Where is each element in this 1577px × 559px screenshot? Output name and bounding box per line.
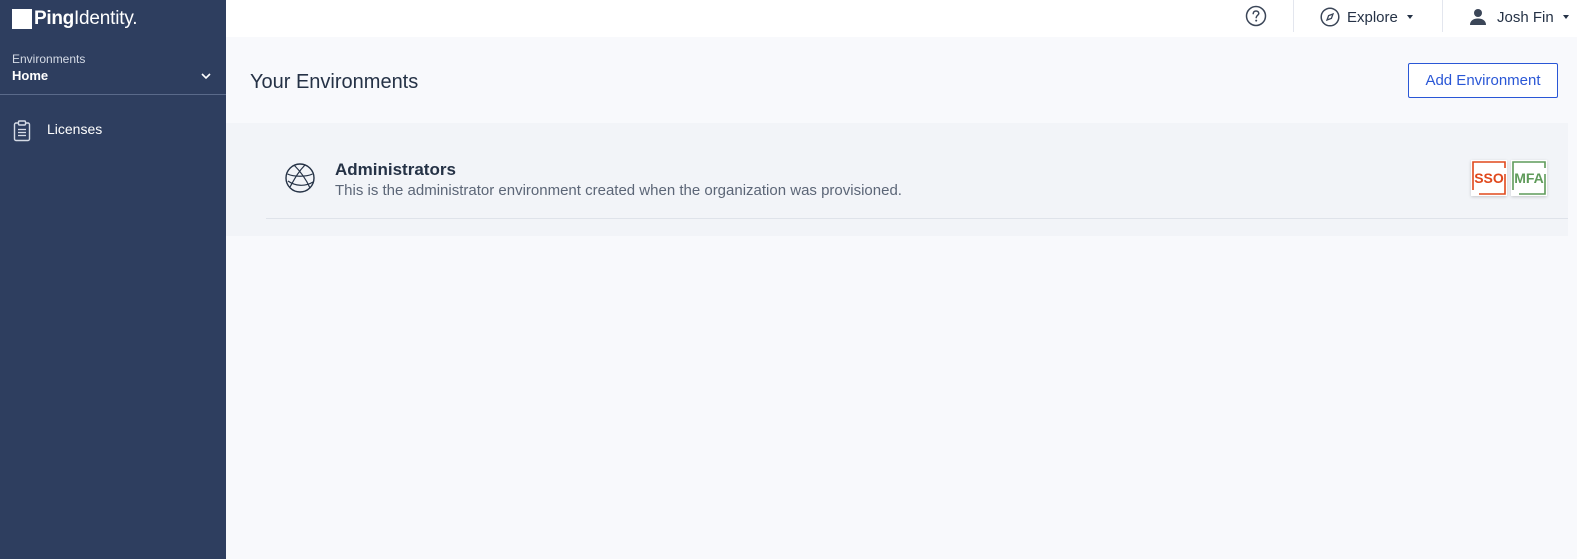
explore-label: Explore — [1347, 8, 1398, 26]
mfa-badge-label: MFA — [1514, 170, 1544, 186]
main-header: Your Environments Add Environment — [226, 37, 1577, 123]
chevron-down-icon[interactable] — [200, 70, 212, 82]
caret-down-icon — [1562, 15, 1569, 19]
topbar-divider — [1442, 0, 1443, 32]
page-title: Your Environments — [250, 71, 419, 93]
mfa-badge: MFA — [1511, 160, 1547, 196]
environment-name: Administrators — [335, 160, 456, 179]
help-circle-icon[interactable] — [1245, 5, 1267, 27]
logo-square-icon — [12, 9, 32, 29]
user-name: Josh Fin — [1497, 8, 1554, 26]
topbar-divider — [1293, 0, 1294, 32]
user-icon — [1470, 9, 1486, 25]
environments-list: Administrators This is the administrator… — [226, 123, 1568, 236]
environment-row[interactable]: Administrators This is the administrator… — [266, 147, 1568, 219]
environment-selector-label: Environments — [12, 52, 86, 66]
top-bar: Explore Josh Fin — [226, 0, 1577, 37]
environment-selector[interactable]: Environments Home — [0, 46, 226, 95]
ping-identity-logo[interactable]: Ping Identity. — [12, 8, 137, 30]
environment-description: This is the administrator environment cr… — [335, 182, 902, 199]
explore-menu-button[interactable]: Explore — [1320, 5, 1413, 29]
sidebar-item-licenses[interactable]: Licenses — [0, 112, 226, 146]
caret-down-icon — [1406, 15, 1413, 19]
logo-text-regular: Identity. — [73, 8, 138, 29]
sso-badge: SSO — [1471, 160, 1507, 196]
sidebar: Ping Identity. Environments Home Licenses — [0, 0, 226, 559]
compass-icon — [1320, 7, 1340, 27]
logo-text-bold: Ping — [34, 8, 74, 29]
add-environment-button[interactable]: Add Environment — [1408, 63, 1558, 98]
globe-icon — [285, 163, 315, 193]
clipboard-icon — [13, 120, 31, 142]
user-menu-button[interactable]: Josh Fin — [1469, 5, 1569, 29]
sidebar-item-label: Licenses — [47, 121, 103, 137]
sso-badge-label: SSO — [1474, 170, 1504, 186]
environment-selector-value: Home — [12, 68, 49, 83]
